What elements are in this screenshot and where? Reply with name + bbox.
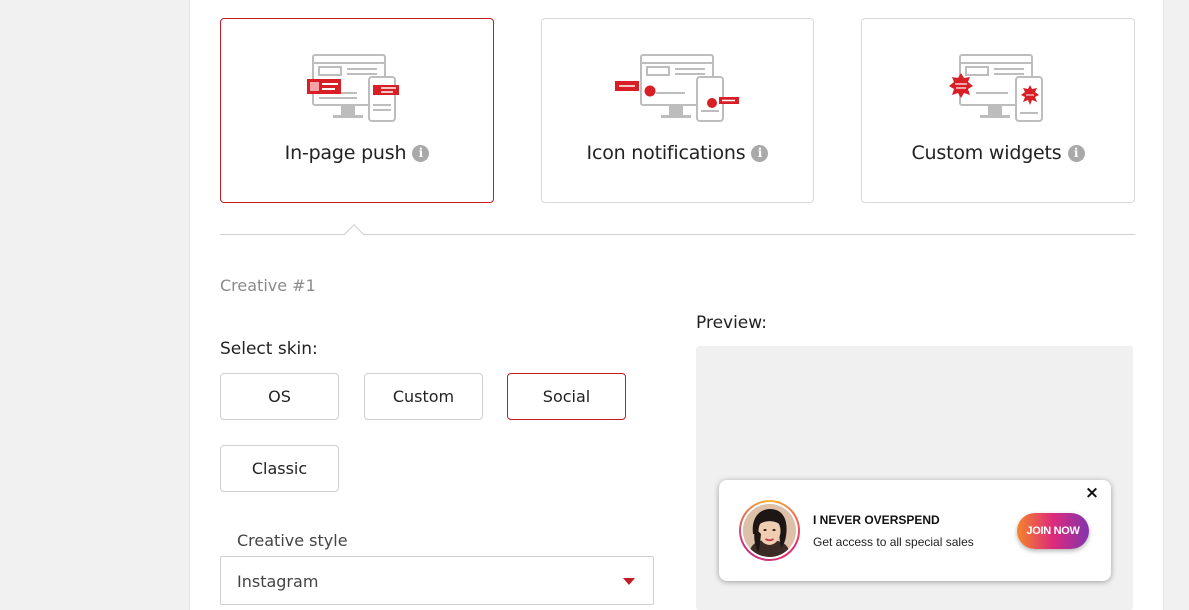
selection-pointer [344,224,364,244]
in-page-push-illustration [307,54,399,122]
skin-button-custom[interactable]: Custom [364,373,483,420]
format-card-label: In-page push i [221,142,493,164]
icon-notifications-illustration [614,54,739,122]
format-card-custom-widgets[interactable]: Custom widgets i [861,18,1135,203]
format-card-icon-notifications[interactable]: Icon notifications i [541,18,814,203]
campaign-panel: In-page push i Icon notifications i Cust… [189,0,1164,610]
join-now-button[interactable]: JOIN NOW [1017,513,1089,549]
info-icon[interactable]: i [412,145,430,162]
select-skin-label: Select skin: [220,339,318,359]
info-icon[interactable]: i [1067,145,1085,162]
creative-style-value: Instagram [237,572,319,591]
preview-label: Preview: [696,313,767,333]
avatar-photo [743,504,796,557]
creative-style-label: Creative style [237,531,348,550]
preview-notification[interactable]: I NEVER OVERSPEND Get access to all spec… [719,480,1111,581]
caret-down-icon [623,578,635,585]
avatar [739,500,800,561]
info-icon[interactable]: i [751,145,769,162]
format-card-label: Custom widgets i [862,142,1134,164]
preview-area: I NEVER OVERSPEND Get access to all spec… [696,346,1133,610]
notification-title: I NEVER OVERSPEND [813,513,940,527]
skin-button-social[interactable]: Social [507,373,626,420]
skin-button-classic[interactable]: Classic [220,445,339,492]
creative-style-select[interactable]: Instagram [220,556,654,605]
creative-title: Creative #1 [220,276,316,295]
skin-button-os[interactable]: OS [220,373,339,420]
notification-text: Get access to all special sales [813,535,974,549]
format-card-label: Icon notifications i [542,142,813,164]
custom-widgets-illustration [949,54,1043,122]
close-icon[interactable]: × [1083,484,1101,502]
format-card-in-page-push[interactable]: In-page push i [220,18,494,203]
